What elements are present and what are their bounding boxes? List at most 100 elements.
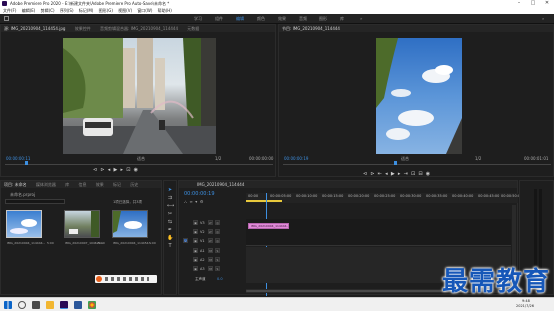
source-resolution[interactable]: 1/2 — [215, 156, 221, 161]
track-lock-icon[interactable]: ▣ — [193, 238, 198, 243]
mark-in-icon[interactable]: ⊲ — [93, 167, 97, 173]
windows-start-icon[interactable] — [4, 301, 12, 309]
clip-thumbnail[interactable] — [112, 210, 148, 238]
step-back-icon[interactable]: ◂ — [385, 171, 388, 177]
project-search-input[interactable] — [5, 199, 65, 204]
premiere-taskbar-icon[interactable] — [60, 301, 68, 309]
chrome-icon[interactable] — [88, 301, 96, 309]
source-scrub-bar[interactable] — [5, 164, 273, 165]
clip-thumbnail[interactable] — [6, 210, 42, 238]
scrollbar-thumb[interactable] — [246, 290, 446, 292]
tab-audio-mixer[interactable]: 音频剪辑混合器: IMG_20210904_114444 — [100, 26, 178, 31]
source-playhead[interactable] — [25, 161, 28, 165]
track-lock-icon[interactable]: ▣ — [193, 257, 198, 262]
ime-tool-icons[interactable] — [105, 277, 149, 281]
razor-tool-icon[interactable]: ✂ — [167, 211, 173, 217]
home-icon[interactable] — [4, 16, 9, 21]
lift-icon[interactable]: ⊡ — [411, 171, 415, 177]
add-marker-icon[interactable]: ▾ — [195, 199, 197, 204]
tab-media-browser[interactable]: 媒体浏览器 — [36, 182, 56, 187]
tab-project[interactable]: 项目: 未命名 — [4, 182, 27, 187]
menu-view[interactable]: 视图(V) — [118, 8, 132, 13]
track-select-tool-icon[interactable]: ⇉ — [167, 195, 173, 201]
ime-toolbar[interactable] — [95, 275, 157, 283]
tab-program[interactable]: 节目: IMG_20210904_114444 — [282, 26, 340, 31]
step-forward-icon[interactable]: ▸ — [121, 167, 124, 173]
clip-thumbnail[interactable] — [64, 210, 100, 238]
program-timecode[interactable]: 00:00:00:19 — [284, 156, 308, 161]
pen-tool-icon[interactable]: ✒ — [167, 227, 173, 233]
workspace-editing[interactable]: 编辑 — [236, 14, 244, 24]
ripple-edit-tool-icon[interactable]: ⟷ — [167, 203, 174, 209]
source-patch-v1[interactable]: V — [183, 238, 188, 243]
track-mute-icon[interactable]: M — [208, 248, 213, 253]
workspace-audio[interactable]: 音频 — [299, 14, 307, 24]
menu-clip[interactable]: 剪辑(C) — [41, 8, 55, 13]
snap-icon[interactable]: ⛬ — [184, 199, 187, 204]
timeline-timecode[interactable]: 00:00:00:19 — [184, 191, 215, 197]
mark-out-icon[interactable]: ⊳ — [100, 167, 104, 173]
extract-icon[interactable]: ⊟ — [418, 171, 422, 177]
go-to-out-icon[interactable]: ⇥ — [404, 171, 408, 177]
search-icon[interactable] — [18, 301, 26, 309]
track-mute-icon[interactable]: M — [208, 257, 213, 262]
step-forward-icon[interactable]: ▸ — [398, 171, 401, 177]
tab-metadata[interactable]: 元数据 — [187, 26, 199, 31]
track-solo-icon[interactable]: S — [215, 257, 220, 262]
tab-history[interactable]: 历史 — [130, 182, 138, 187]
task-view-icon[interactable] — [32, 301, 40, 309]
mark-out-icon[interactable]: ⊳ — [370, 171, 374, 177]
file-explorer-icon[interactable] — [46, 301, 54, 309]
source-fit-dropdown[interactable]: 适合 — [137, 156, 145, 162]
menu-sequence[interactable]: 序列(S) — [60, 8, 74, 13]
work-area-bar[interactable] — [246, 200, 282, 202]
workspace-libraries[interactable]: 库 — [340, 14, 344, 24]
workspace-graphics[interactable]: 图形 — [319, 14, 327, 24]
track-solo-icon[interactable]: S — [215, 248, 220, 253]
workspace-more-icon[interactable]: » — [360, 14, 362, 24]
export-frame-icon[interactable]: ◉ — [426, 171, 430, 177]
menu-graphics[interactable]: 图形(G) — [99, 8, 113, 13]
track-mute-icon[interactable]: M — [208, 266, 213, 271]
track-sync-icon[interactable]: ⇄ — [208, 229, 213, 234]
taskbar-date[interactable]: 2021/7/26 — [516, 304, 534, 308]
track-eye-icon[interactable]: ◎ — [215, 220, 220, 225]
settings-icon[interactable]: ⚙ — [200, 199, 204, 204]
slip-tool-icon[interactable]: ⇆ — [167, 219, 173, 225]
selection-tool-icon[interactable]: ➤ — [167, 187, 173, 193]
workspace-assembly[interactable]: 组件 — [215, 14, 223, 24]
track-sync-icon[interactable]: ⇄ — [208, 238, 213, 243]
maximize-button[interactable]: □ — [526, 0, 540, 7]
timeline-ruler[interactable]: 00:00 00:00:05:00 00:00:10:00 00:00:15:0… — [246, 193, 522, 203]
program-playhead[interactable] — [394, 161, 397, 165]
taskbar-clock[interactable]: 9:48 — [522, 299, 530, 303]
workspace-color[interactable]: 颜色 — [257, 14, 265, 24]
tab-source[interactable]: 源: IMG_20210904_114454.jpg — [4, 26, 65, 31]
track-sync-icon[interactable]: ⇄ — [208, 220, 213, 225]
track-lock-icon[interactable]: ▣ — [193, 229, 198, 234]
menu-markers[interactable]: 标记(M) — [79, 8, 94, 13]
step-back-icon[interactable]: ◂ — [108, 167, 111, 173]
track-lock-icon[interactable]: ▣ — [193, 220, 198, 225]
tab-info[interactable]: 信息 — [78, 182, 86, 187]
workspace-effects[interactable]: 效果 — [278, 14, 286, 24]
workspace-learn[interactable]: 学习 — [194, 14, 202, 24]
insert-icon[interactable]: ⊡ — [126, 167, 130, 173]
tab-effect-controls[interactable]: 效果控件 — [75, 26, 91, 31]
word-icon[interactable] — [74, 301, 82, 309]
program-scrub-bar[interactable] — [283, 164, 551, 165]
play-icon[interactable]: ▶ — [391, 171, 395, 177]
program-resolution[interactable]: 1/2 — [475, 156, 481, 161]
play-icon[interactable]: ▶ — [113, 167, 117, 173]
timeline-clip[interactable]: IMG_20210904_114444... — [248, 223, 289, 229]
close-button[interactable]: ✕ — [540, 0, 554, 7]
search-icon[interactable]: ⌕ — [542, 14, 544, 24]
tab-libraries[interactable]: 库 — [65, 182, 69, 187]
go-to-in-icon[interactable]: ⇤ — [378, 171, 382, 177]
tab-effects[interactable]: 效果 — [96, 182, 104, 187]
menu-window[interactable]: 窗口(W) — [137, 8, 152, 13]
hand-tool-icon[interactable]: ✋ — [167, 235, 173, 241]
master-volume[interactable]: 0.0 — [217, 277, 223, 281]
export-frame-icon[interactable]: ◉ — [134, 167, 138, 173]
menu-file[interactable]: 文件(F) — [3, 8, 16, 13]
